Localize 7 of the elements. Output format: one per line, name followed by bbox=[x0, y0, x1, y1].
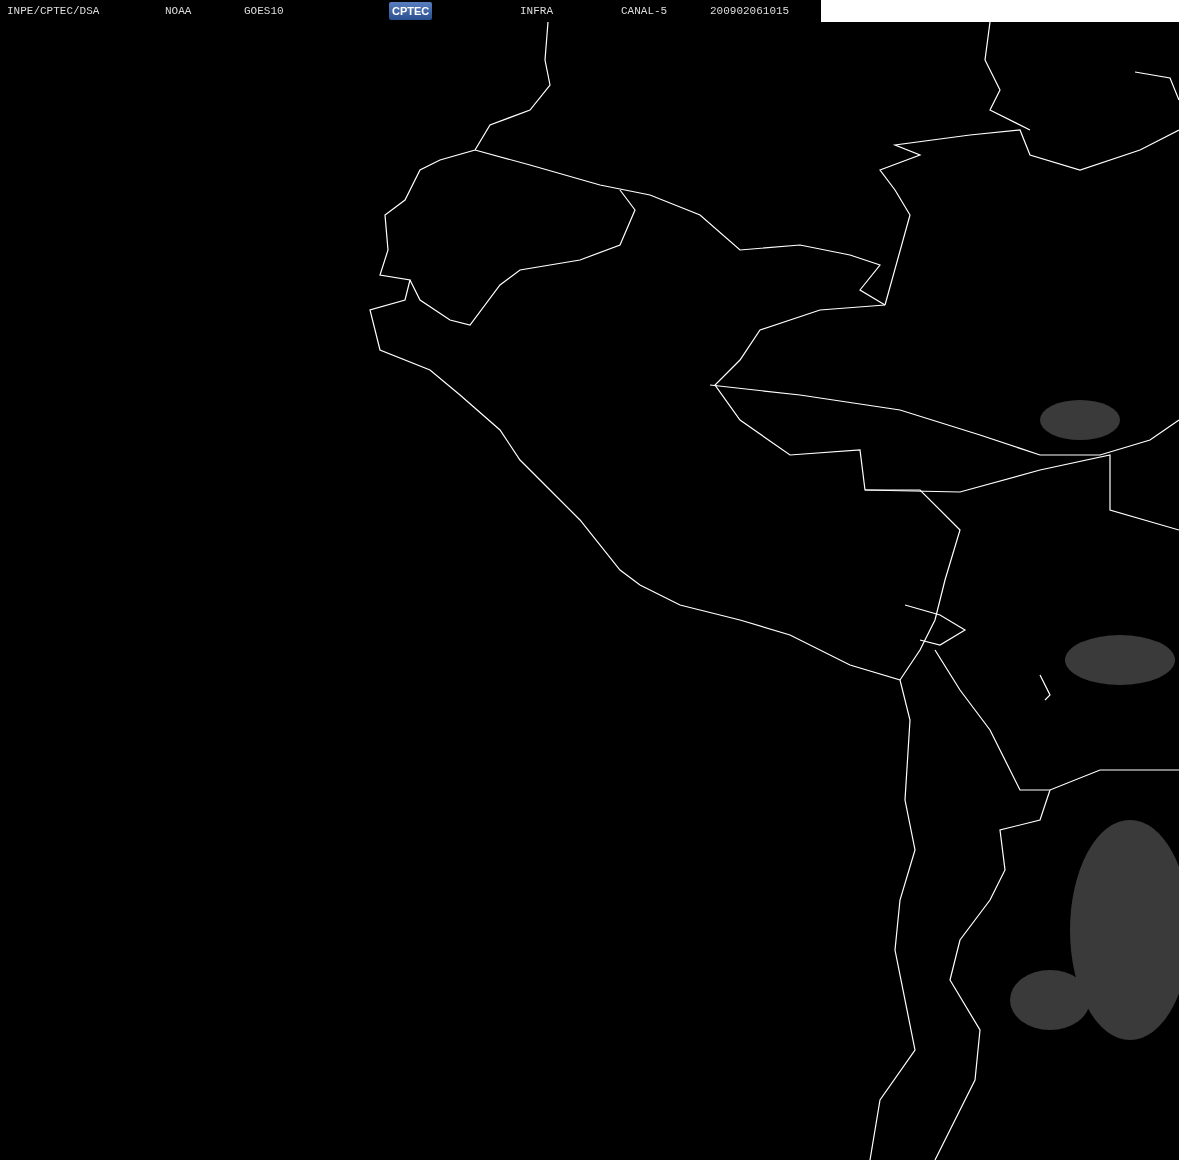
header-label: INFRA bbox=[520, 5, 553, 17]
logo: CPTEC bbox=[389, 2, 433, 20]
header-label: 200902061015 bbox=[710, 5, 790, 17]
header-label: CANAL-5 bbox=[621, 5, 668, 17]
header-label: INPE/CPTEC/DSA bbox=[7, 5, 100, 17]
header-label: NOAA bbox=[165, 5, 192, 17]
header-label: GOES10 bbox=[244, 5, 284, 17]
